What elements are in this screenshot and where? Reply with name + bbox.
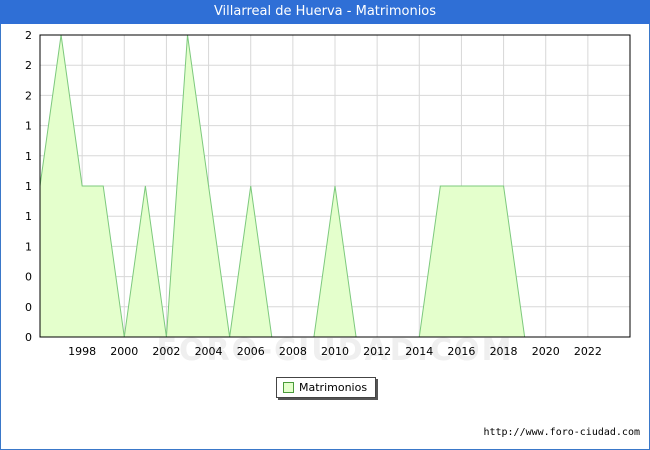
y-tick-label: 2 (25, 59, 32, 72)
x-tick-label: 2016 (447, 345, 475, 358)
x-tick-label: 2008 (279, 345, 307, 358)
y-tick-label: 0 (25, 331, 32, 344)
y-tick-label: 0 (25, 301, 32, 314)
y-tick-label: 1 (25, 210, 32, 223)
x-tick-label: 2006 (237, 345, 265, 358)
y-tick-label: 2 (25, 29, 32, 42)
legend-swatch (283, 382, 294, 393)
y-tick-label: 0 (25, 271, 32, 284)
x-tick-label: 2012 (363, 345, 391, 358)
x-tick-label: 2004 (195, 345, 223, 358)
x-tick-label: 2002 (152, 345, 180, 358)
x-tick-label: 2010 (321, 345, 349, 358)
x-tick-label: 2000 (110, 345, 138, 358)
y-tick-label: 1 (25, 180, 32, 193)
source-url: http://www.foro-ciudad.com (483, 427, 640, 438)
x-tick-label: 1998 (68, 345, 96, 358)
legend-label: Matrimonios (299, 381, 368, 394)
y-tick-label: 1 (25, 240, 32, 253)
y-tick-label: 1 (25, 120, 32, 133)
x-tick-label: 2022 (574, 345, 602, 358)
legend: Matrimonios (276, 377, 376, 398)
x-tick-label: 2020 (532, 345, 560, 358)
x-tick-label: 2018 (490, 345, 518, 358)
x-tick-label: 2014 (405, 345, 433, 358)
y-tick-label: 1 (25, 150, 32, 163)
y-tick-label: 2 (25, 89, 32, 102)
